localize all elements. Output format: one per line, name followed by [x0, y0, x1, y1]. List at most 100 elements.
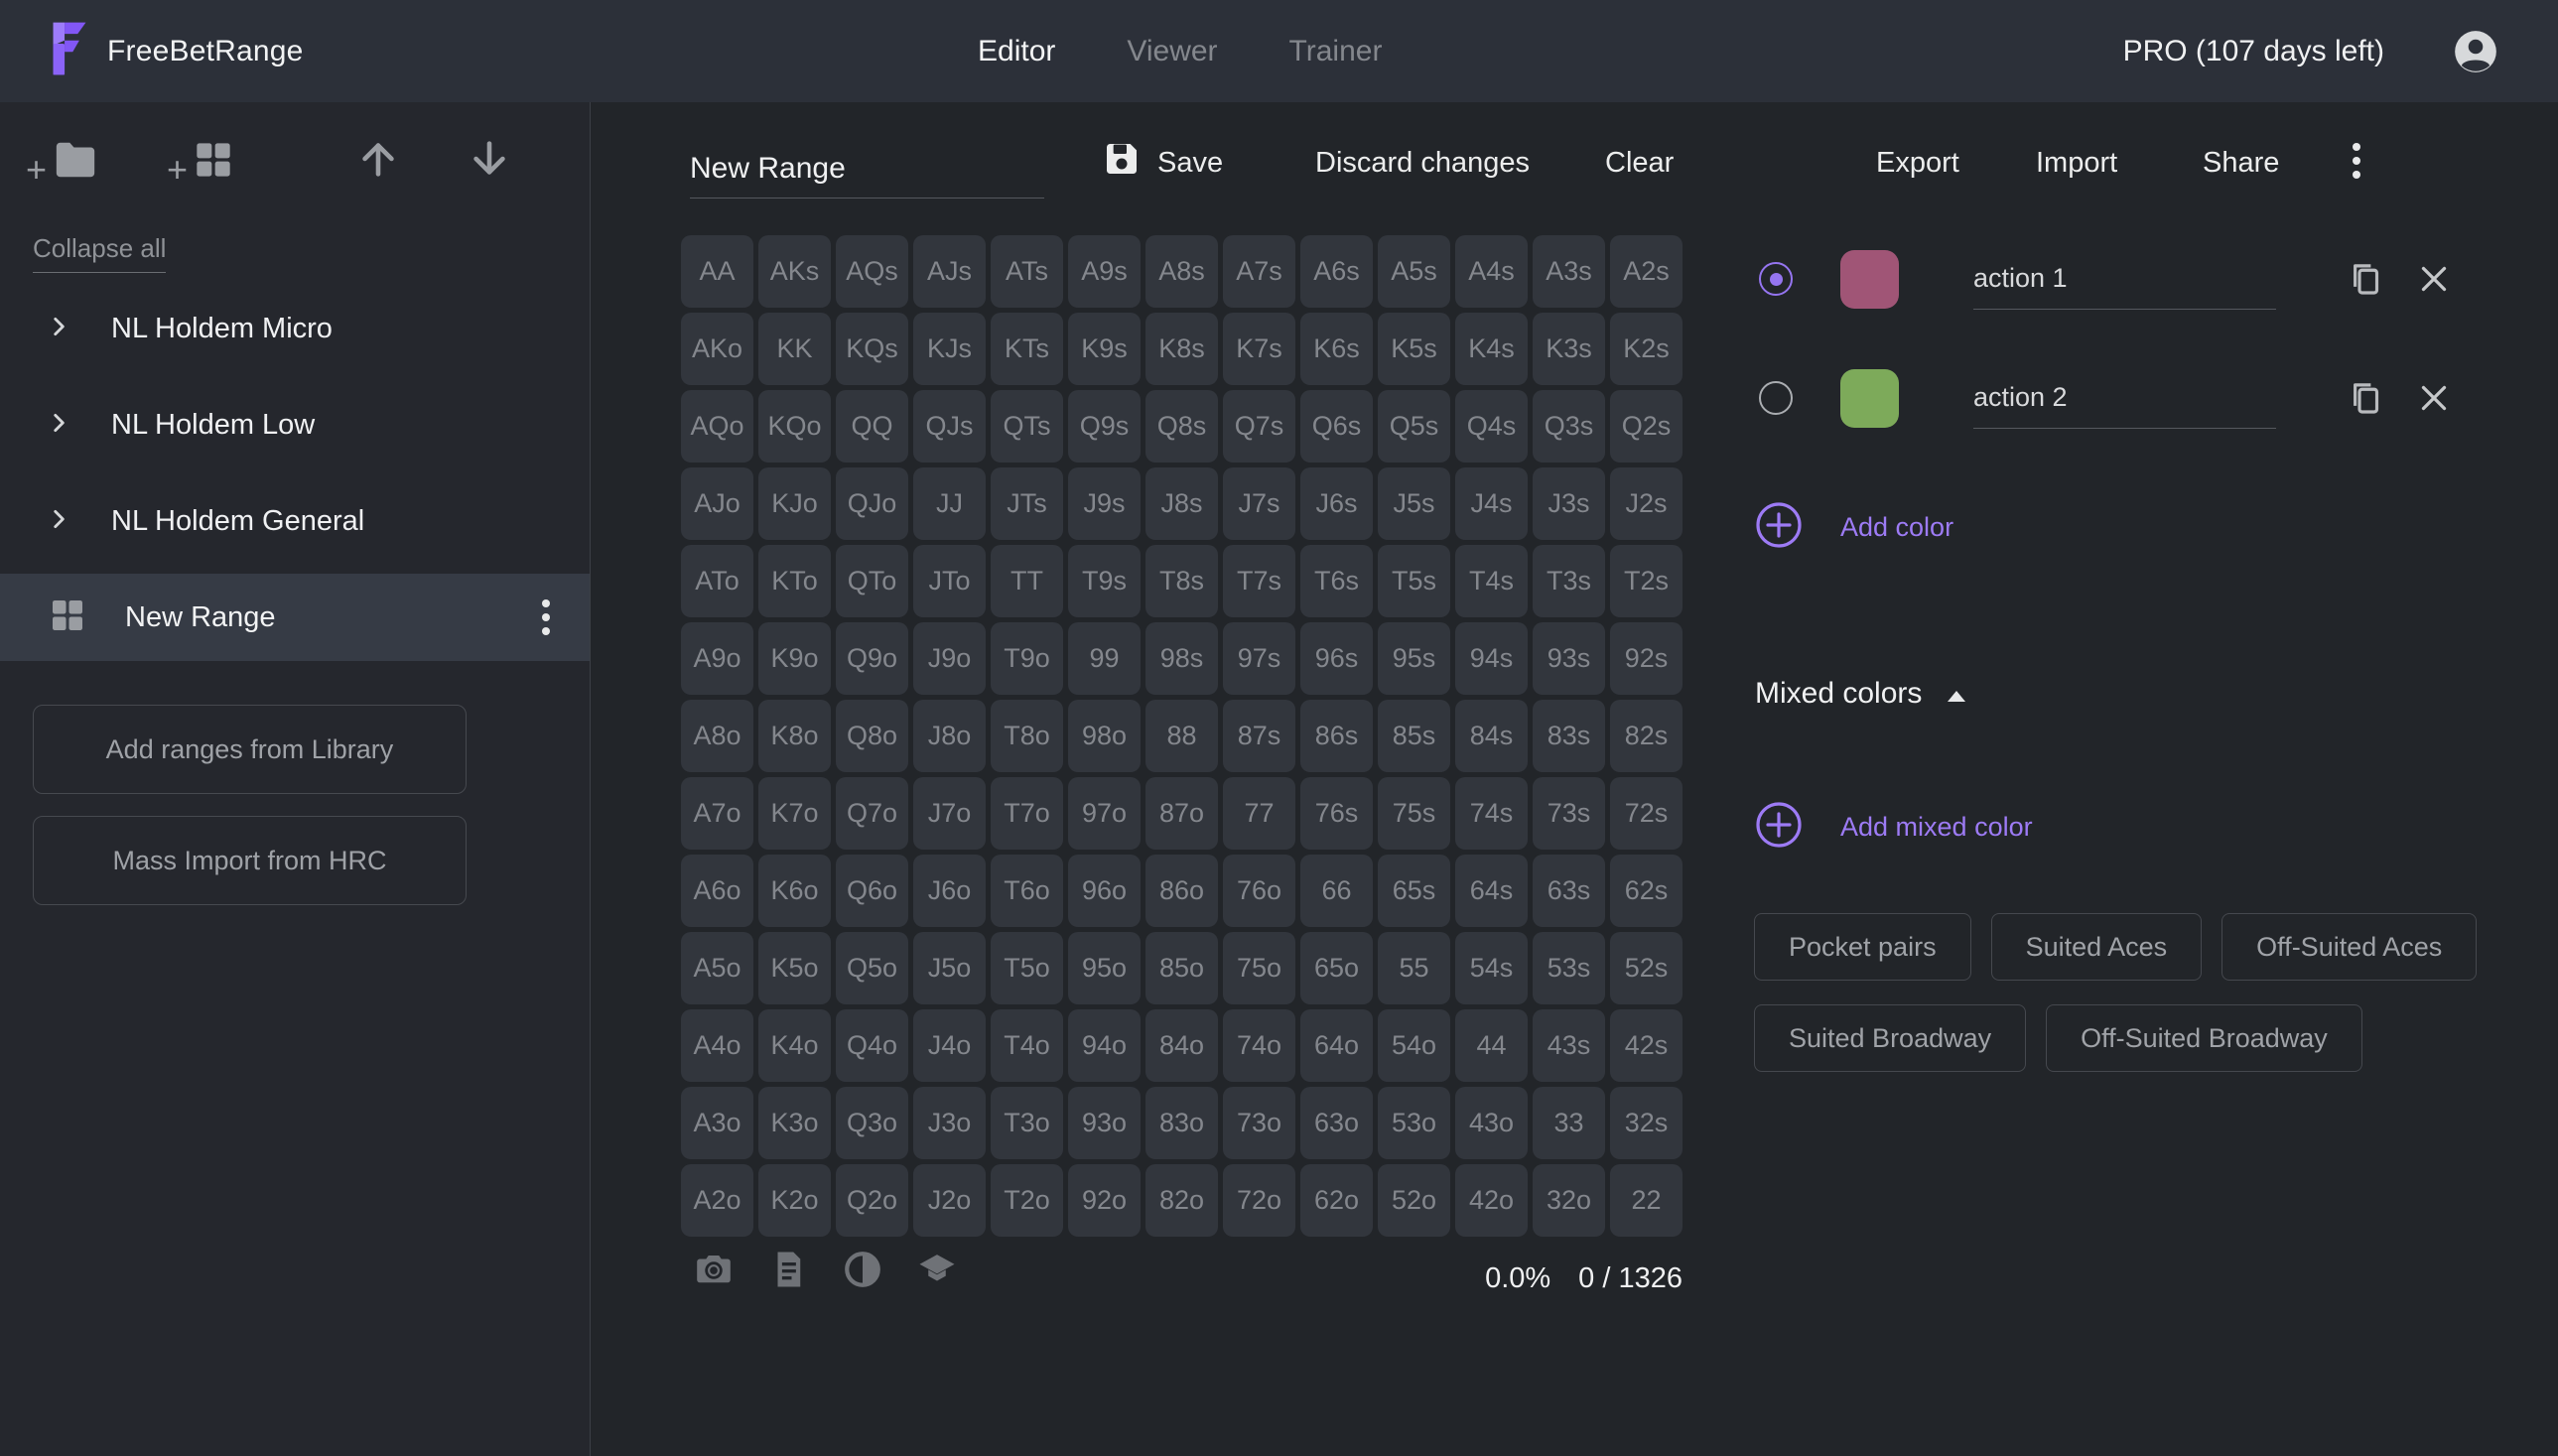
- hand-cell-J7s[interactable]: J7s: [1223, 467, 1295, 540]
- hand-cell-86s[interactable]: 86s: [1300, 700, 1373, 772]
- delete-action-icon[interactable]: [2412, 377, 2456, 421]
- hand-cell-J7o[interactable]: J7o: [913, 777, 986, 850]
- tab-editor[interactable]: Editor: [978, 35, 1055, 68]
- hand-cell-KJs[interactable]: KJs: [913, 313, 986, 385]
- tab-viewer[interactable]: Viewer: [1127, 35, 1217, 68]
- hand-cell-84o[interactable]: 84o: [1145, 1009, 1218, 1082]
- move-up-button[interactable]: [355, 136, 401, 187]
- hand-cell-97o[interactable]: 97o: [1068, 777, 1141, 850]
- hand-cell-TT[interactable]: TT: [991, 545, 1063, 617]
- hand-cell-AKs[interactable]: AKs: [758, 235, 831, 308]
- hand-cell-86o[interactable]: 86o: [1145, 855, 1218, 927]
- hand-cell-K5o[interactable]: K5o: [758, 932, 831, 1004]
- range-menu-icon[interactable]: [536, 594, 556, 641]
- action-name-input[interactable]: [1973, 248, 2276, 310]
- hand-cell-32o[interactable]: 32o: [1533, 1164, 1605, 1237]
- hand-cell-A2s[interactable]: A2s: [1610, 235, 1683, 308]
- hand-cell-QQ[interactable]: QQ: [836, 390, 908, 463]
- hand-cell-85s[interactable]: 85s: [1378, 700, 1450, 772]
- hand-cell-ATo[interactable]: ATo: [681, 545, 753, 617]
- hand-cell-83o[interactable]: 83o: [1145, 1087, 1218, 1159]
- hand-cell-98s[interactable]: 98s: [1145, 622, 1218, 695]
- hand-cell-52s[interactable]: 52s: [1610, 932, 1683, 1004]
- hand-cell-99[interactable]: 99: [1068, 622, 1141, 695]
- hand-cell-KTo[interactable]: KTo: [758, 545, 831, 617]
- hand-cell-K2o[interactable]: K2o: [758, 1164, 831, 1237]
- add-mixed-color-button[interactable]: Add mixed color: [1755, 801, 2033, 854]
- hand-cell-J8o[interactable]: J8o: [913, 700, 986, 772]
- hand-cell-J5s[interactable]: J5s: [1378, 467, 1450, 540]
- hand-cell-42s[interactable]: 42s: [1610, 1009, 1683, 1082]
- hand-cell-76o[interactable]: 76o: [1223, 855, 1295, 927]
- hand-cell-A5o[interactable]: A5o: [681, 932, 753, 1004]
- hand-cell-82s[interactable]: 82s: [1610, 700, 1683, 772]
- hand-cell-K7o[interactable]: K7o: [758, 777, 831, 850]
- hand-cell-KTs[interactable]: KTs: [991, 313, 1063, 385]
- hand-cell-T4o[interactable]: T4o: [991, 1009, 1063, 1082]
- hand-cell-43s[interactable]: 43s: [1533, 1009, 1605, 1082]
- hand-cell-33[interactable]: 33: [1533, 1087, 1605, 1159]
- hand-cell-42o[interactable]: 42o: [1455, 1164, 1528, 1237]
- hand-cell-Q3o[interactable]: Q3o: [836, 1087, 908, 1159]
- hand-cell-JTs[interactable]: JTs: [991, 467, 1063, 540]
- hand-cell-64s[interactable]: 64s: [1455, 855, 1528, 927]
- more-options-icon[interactable]: [2347, 137, 2366, 185]
- preset-suited-broadway-button[interactable]: Suited Broadway: [1754, 1004, 2026, 1072]
- export-button[interactable]: Export: [1876, 139, 1959, 187]
- hand-cell-Q7s[interactable]: Q7s: [1223, 390, 1295, 463]
- hand-cell-95o[interactable]: 95o: [1068, 932, 1141, 1004]
- collapse-all-link[interactable]: Collapse all: [33, 233, 166, 273]
- preset-suited-aces-button[interactable]: Suited Aces: [1991, 913, 2203, 981]
- hand-cell-75s[interactable]: 75s: [1378, 777, 1450, 850]
- hand-cell-A2o[interactable]: A2o: [681, 1164, 753, 1237]
- hand-cell-K9o[interactable]: K9o: [758, 622, 831, 695]
- sidebar-item-new-range[interactable]: New Range: [0, 574, 590, 661]
- hand-cell-94o[interactable]: 94o: [1068, 1009, 1141, 1082]
- hand-cell-65s[interactable]: 65s: [1378, 855, 1450, 927]
- hand-cell-T5s[interactable]: T5s: [1378, 545, 1450, 617]
- hand-cell-75o[interactable]: 75o: [1223, 932, 1295, 1004]
- hand-cell-KQs[interactable]: KQs: [836, 313, 908, 385]
- hand-cell-A6s[interactable]: A6s: [1300, 235, 1373, 308]
- hand-cell-K8o[interactable]: K8o: [758, 700, 831, 772]
- sidebar-folder-item[interactable]: NL Holdem Micro: [0, 281, 591, 377]
- hand-cell-J3o[interactable]: J3o: [913, 1087, 986, 1159]
- hand-cell-88[interactable]: 88: [1145, 700, 1218, 772]
- action-name-input[interactable]: [1973, 367, 2276, 429]
- hand-cell-66[interactable]: 66: [1300, 855, 1373, 927]
- hand-cell-Q5o[interactable]: Q5o: [836, 932, 908, 1004]
- hand-cell-J5o[interactable]: J5o: [913, 932, 986, 1004]
- hand-cell-95s[interactable]: 95s: [1378, 622, 1450, 695]
- preset-off-suited-aces-button[interactable]: Off-Suited Aces: [2221, 913, 2477, 981]
- move-down-button[interactable]: [467, 136, 512, 187]
- hand-cell-J6o[interactable]: J6o: [913, 855, 986, 927]
- hand-cell-Q2o[interactable]: Q2o: [836, 1164, 908, 1237]
- contrast-icon[interactable]: [842, 1249, 883, 1290]
- hand-cell-64o[interactable]: 64o: [1300, 1009, 1373, 1082]
- hand-cell-K3o[interactable]: K3o: [758, 1087, 831, 1159]
- hand-cell-43o[interactable]: 43o: [1455, 1087, 1528, 1159]
- hand-cell-96s[interactable]: 96s: [1300, 622, 1373, 695]
- hand-cell-J4s[interactable]: J4s: [1455, 467, 1528, 540]
- hand-cell-J8s[interactable]: J8s: [1145, 467, 1218, 540]
- hand-cell-QJs[interactable]: QJs: [913, 390, 986, 463]
- text-view-icon[interactable]: [767, 1249, 809, 1290]
- hand-cell-A6o[interactable]: A6o: [681, 855, 753, 927]
- hand-cell-T3s[interactable]: T3s: [1533, 545, 1605, 617]
- hand-cell-22[interactable]: 22: [1610, 1164, 1683, 1237]
- hand-cell-K6s[interactable]: K6s: [1300, 313, 1373, 385]
- hand-cell-K2s[interactable]: K2s: [1610, 313, 1683, 385]
- hand-cell-AA[interactable]: AA: [681, 235, 753, 308]
- hand-cell-J4o[interactable]: J4o: [913, 1009, 986, 1082]
- hand-cell-72o[interactable]: 72o: [1223, 1164, 1295, 1237]
- hand-cell-T9s[interactable]: T9s: [1068, 545, 1141, 617]
- preset-pocket-pairs-button[interactable]: Pocket pairs: [1754, 913, 1971, 981]
- hand-cell-K8s[interactable]: K8s: [1145, 313, 1218, 385]
- hand-cell-63o[interactable]: 63o: [1300, 1087, 1373, 1159]
- hand-cell-T8s[interactable]: T8s: [1145, 545, 1218, 617]
- hand-cell-A8o[interactable]: A8o: [681, 700, 753, 772]
- hand-cell-96o[interactable]: 96o: [1068, 855, 1141, 927]
- hand-cell-53s[interactable]: 53s: [1533, 932, 1605, 1004]
- hand-cell-Q9o[interactable]: Q9o: [836, 622, 908, 695]
- range-title-input[interactable]: [690, 139, 1044, 199]
